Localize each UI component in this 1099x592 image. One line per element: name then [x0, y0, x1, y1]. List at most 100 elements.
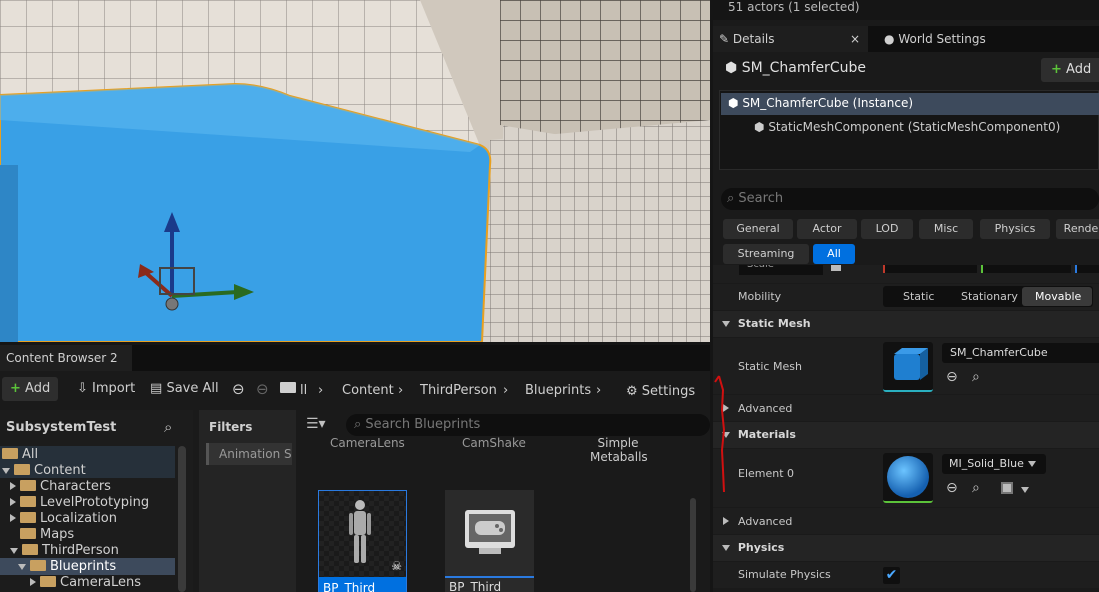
tree-item-levelprototyping[interactable]: LevelPrototyping	[10, 495, 149, 511]
gamemode-thumbnail	[445, 490, 534, 576]
save-all-button[interactable]: ▤ Save All	[150, 377, 219, 401]
checker-icon[interactable]	[1001, 482, 1013, 494]
section-static-mesh[interactable]: Static Mesh	[713, 311, 1099, 337]
element0-row: Element 0 MI_Solid_Blue ⊖ ⌕	[713, 449, 1099, 507]
chevron-right-icon: ›	[318, 383, 324, 398]
static-mesh-picker[interactable]: SM_ChamferCube	[942, 343, 1099, 363]
asset-search-placeholder: Search Blueprints	[365, 417, 481, 432]
import-label: Import	[92, 381, 136, 396]
forward-arrow-icon[interactable]: ⊖	[256, 377, 269, 401]
static-mesh-row: Static Mesh SM_ChamferCube ⊖ ⌕	[713, 338, 1099, 394]
tree-item-all[interactable]: All	[2, 447, 38, 463]
breadcrumb-label: Blueprints	[525, 383, 592, 398]
asset-tile[interactable]: BP_Third	[445, 490, 534, 592]
tree-root-title: SubsystemTest	[6, 420, 117, 435]
level-viewport[interactable]	[0, 0, 710, 342]
browse-icon[interactable]: ⌕	[972, 480, 980, 496]
tree-item-localization[interactable]: Localization	[10, 511, 117, 527]
search-icon[interactable]: ⌕	[164, 418, 172, 436]
section-physics[interactable]: Physics	[713, 535, 1099, 561]
tree-label: LevelPrototyping	[40, 495, 150, 510]
tab-details[interactable]: ✎ Details ×	[713, 26, 868, 52]
category-rendering[interactable]: Rende	[1056, 219, 1099, 239]
tree-scrollbar[interactable]	[178, 446, 186, 592]
category-streaming[interactable]: Streaming	[723, 244, 809, 264]
material-thumbnail[interactable]	[883, 453, 933, 503]
scale-y-field[interactable]	[981, 265, 1071, 273]
asset-scrollbar[interactable]	[690, 498, 696, 592]
material-picker[interactable]: MI_Solid_Blue	[942, 454, 1046, 474]
add-component-button[interactable]: + Add	[1041, 58, 1099, 82]
asset-search-input[interactable]: ⌕ Search Blueprints	[346, 414, 710, 436]
breadcrumb-thirdperson[interactable]: ThirdPerson	[420, 383, 497, 398]
section-title: Materials	[737, 428, 796, 441]
advanced-row-2[interactable]: Advanced	[713, 508, 1099, 534]
tree-item-thirdperson[interactable]: ThirdPerson	[10, 543, 119, 559]
chevron-down-icon[interactable]	[1021, 487, 1029, 493]
content-browser-tabbar: Content Browser 2 ×	[0, 345, 710, 391]
annotation-stroke	[714, 375, 726, 493]
asset-label-metaballs[interactable]: Simple Metaballs	[590, 436, 648, 464]
tab-content-browser-2[interactable]: Content Browser 2 ×	[0, 345, 132, 391]
blue-cube-thumbnail	[894, 348, 928, 380]
static-mesh-thumbnail[interactable]	[883, 342, 933, 392]
category-actor[interactable]: Actor	[797, 219, 857, 239]
tab-label: Content Browser 2	[6, 351, 118, 365]
lock-icon[interactable]	[831, 265, 841, 271]
globe-icon: ●	[884, 32, 895, 46]
simulate-physics-checkbox[interactable]: ✔	[883, 567, 900, 584]
section-materials[interactable]: Materials	[713, 422, 1099, 448]
mobility-static[interactable]: Static	[903, 290, 934, 303]
scale-x-field[interactable]	[883, 265, 977, 273]
folder-icon[interactable]	[280, 377, 300, 401]
tree-item-content[interactable]: Content	[2, 463, 86, 479]
tree-item-cameralens[interactable]: CameraLens	[30, 575, 141, 591]
tab-label: Details	[732, 32, 775, 46]
tab-world-settings[interactable]: ● World Settings	[878, 26, 992, 52]
tree-item-characters[interactable]: Characters	[10, 479, 111, 495]
mobility-stationary[interactable]: Stationary	[961, 290, 1018, 303]
settings-button[interactable]: ⚙ Settings	[626, 380, 695, 404]
material-name: MI_Solid_Blue	[949, 457, 1024, 470]
breadcrumb-content[interactable]: Content	[342, 383, 394, 398]
actor-count: 51 actors (1 selected)	[713, 0, 1099, 20]
asset-label-camshake[interactable]: CamShake	[462, 436, 526, 450]
use-selected-icon[interactable]: ⊖	[946, 369, 958, 385]
back-arrow-icon[interactable]: ⊖	[232, 377, 245, 401]
save-icon: ▤	[150, 381, 163, 396]
category-lod[interactable]: LOD	[861, 219, 913, 239]
asset-tile[interactable]: ☠ BP_Third	[318, 490, 407, 592]
mobility-movable[interactable]: Movable	[1035, 290, 1081, 303]
add-button[interactable]: + Add	[2, 377, 59, 401]
scale-label[interactable]: Scale	[739, 265, 823, 275]
advanced-row-1[interactable]: Advanced	[713, 395, 1099, 421]
details-search-input[interactable]: ⌕ Search	[721, 188, 1099, 210]
scale-z-field[interactable]	[1075, 265, 1099, 273]
filter-chip[interactable]: Animation S	[206, 443, 292, 465]
breadcrumb-0[interactable]: ll	[300, 383, 307, 398]
object-title: ⬢ SM_ChamferCube	[725, 60, 866, 76]
static-mesh-label: Static Mesh	[738, 360, 802, 373]
section-title: Physics	[737, 541, 785, 554]
tree-item-maps[interactable]: Maps	[20, 527, 74, 543]
category-physics[interactable]: Physics	[980, 219, 1050, 239]
close-icon[interactable]: ×	[850, 26, 860, 52]
details-panel: 51 actors (1 selected) ✎ Details × ● Wor…	[713, 0, 1099, 592]
category-general[interactable]: General	[723, 219, 793, 239]
filter-icon[interactable]: ☰▾	[306, 416, 326, 432]
component-item-staticmesh[interactable]: ⬢ StaticMeshComponent (StaticMeshCompone…	[754, 120, 1060, 134]
category-all[interactable]: All	[813, 244, 855, 264]
component-item-instance[interactable]: ⬢ SM_ChamferCube (Instance)	[728, 96, 913, 110]
category-misc[interactable]: Misc	[919, 219, 973, 239]
gear-icon: ⚙	[626, 384, 638, 399]
tree-label: Characters	[40, 479, 111, 494]
browse-icon[interactable]: ⌕	[972, 369, 980, 385]
asset-label-cameralens[interactable]: CameraLens	[330, 436, 405, 450]
breadcrumb-blueprints[interactable]: Blueprints	[525, 383, 591, 398]
tree-item-blueprints[interactable]: Blueprints	[18, 559, 116, 575]
simulate-physics-label: Simulate Physics	[738, 568, 831, 581]
import-button[interactable]: ⇩ Import	[77, 377, 135, 401]
scale-row-partial: Scale	[713, 265, 1099, 283]
content-browser-panel: Content Browser 2 × + Add ⇩ Import ▤ Sav…	[0, 345, 710, 592]
use-selected-icon[interactable]: ⊖	[946, 480, 958, 496]
